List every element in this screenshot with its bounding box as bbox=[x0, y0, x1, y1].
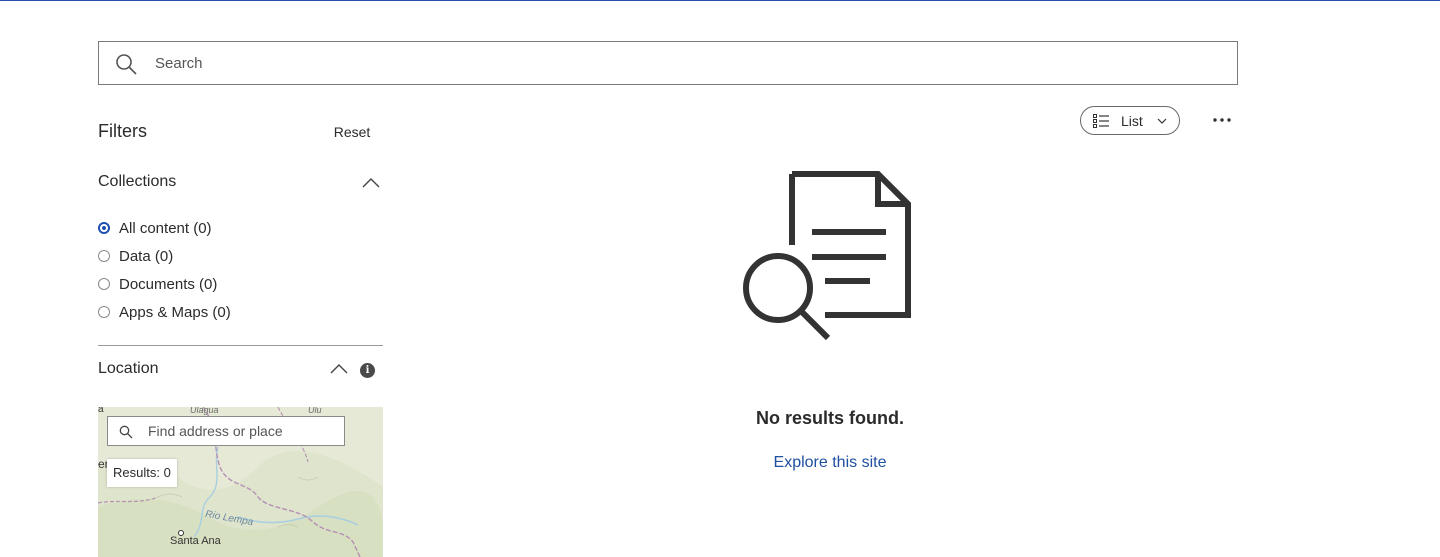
collections-header[interactable]: Collections bbox=[98, 170, 383, 196]
collection-option-label: Apps & Maps (0) bbox=[119, 303, 231, 321]
collections-label: Collections bbox=[98, 173, 177, 190]
chevron-down-icon bbox=[1157, 118, 1167, 124]
location-map[interactable]: Ulagua Ulu er a Rio Lempa Santa Ana Resu… bbox=[98, 407, 383, 557]
collection-option-apps-maps[interactable]: Apps & Maps (0) bbox=[98, 301, 231, 323]
list-view-icon bbox=[1093, 114, 1109, 128]
collection-option-label: Documents (0) bbox=[119, 275, 218, 293]
collection-option-label: All content (0) bbox=[119, 219, 212, 237]
map-label: a bbox=[98, 407, 104, 415]
collection-option-label: Data (0) bbox=[119, 247, 174, 265]
map-label: Ulagua bbox=[190, 407, 219, 415]
info-icon[interactable]: i bbox=[360, 363, 375, 378]
view-toggle-label: List bbox=[1121, 113, 1143, 129]
top-accent-line bbox=[0, 0, 1440, 1]
collection-option-all-content[interactable]: All content (0) bbox=[98, 217, 212, 239]
radio-button-checked[interactable] bbox=[98, 222, 110, 234]
map-search-input[interactable] bbox=[148, 417, 338, 445]
map-search-bar[interactable] bbox=[107, 416, 345, 446]
radio-button[interactable] bbox=[98, 250, 110, 262]
chevron-up-icon[interactable] bbox=[362, 178, 380, 188]
search-icon bbox=[116, 54, 137, 75]
document-search-icon bbox=[743, 171, 911, 341]
section-divider bbox=[98, 345, 383, 346]
location-label: Location bbox=[98, 360, 159, 377]
reset-button[interactable]: Reset bbox=[326, 122, 378, 142]
search-input[interactable] bbox=[155, 42, 1215, 84]
collection-option-documents[interactable]: Documents (0) bbox=[98, 273, 217, 295]
radio-button[interactable] bbox=[98, 306, 110, 318]
collection-option-data[interactable]: Data (0) bbox=[98, 245, 173, 267]
results-count-badge: Results: 0 bbox=[107, 459, 177, 487]
chevron-up-icon[interactable] bbox=[330, 364, 348, 374]
search-bar[interactable] bbox=[98, 41, 1238, 85]
view-toggle-button[interactable]: List bbox=[1080, 106, 1180, 135]
radio-button[interactable] bbox=[98, 278, 110, 290]
map-label: Santa Ana bbox=[170, 535, 221, 547]
empty-state-title: No results found. bbox=[756, 408, 904, 428]
location-header[interactable]: Location bbox=[98, 357, 383, 383]
explore-site-link[interactable]: Explore this site bbox=[660, 454, 1000, 472]
filters-title: Filters bbox=[98, 121, 147, 141]
map-label: Ulu bbox=[308, 407, 322, 415]
ellipsis-icon[interactable] bbox=[1210, 112, 1234, 128]
search-icon bbox=[119, 425, 133, 439]
